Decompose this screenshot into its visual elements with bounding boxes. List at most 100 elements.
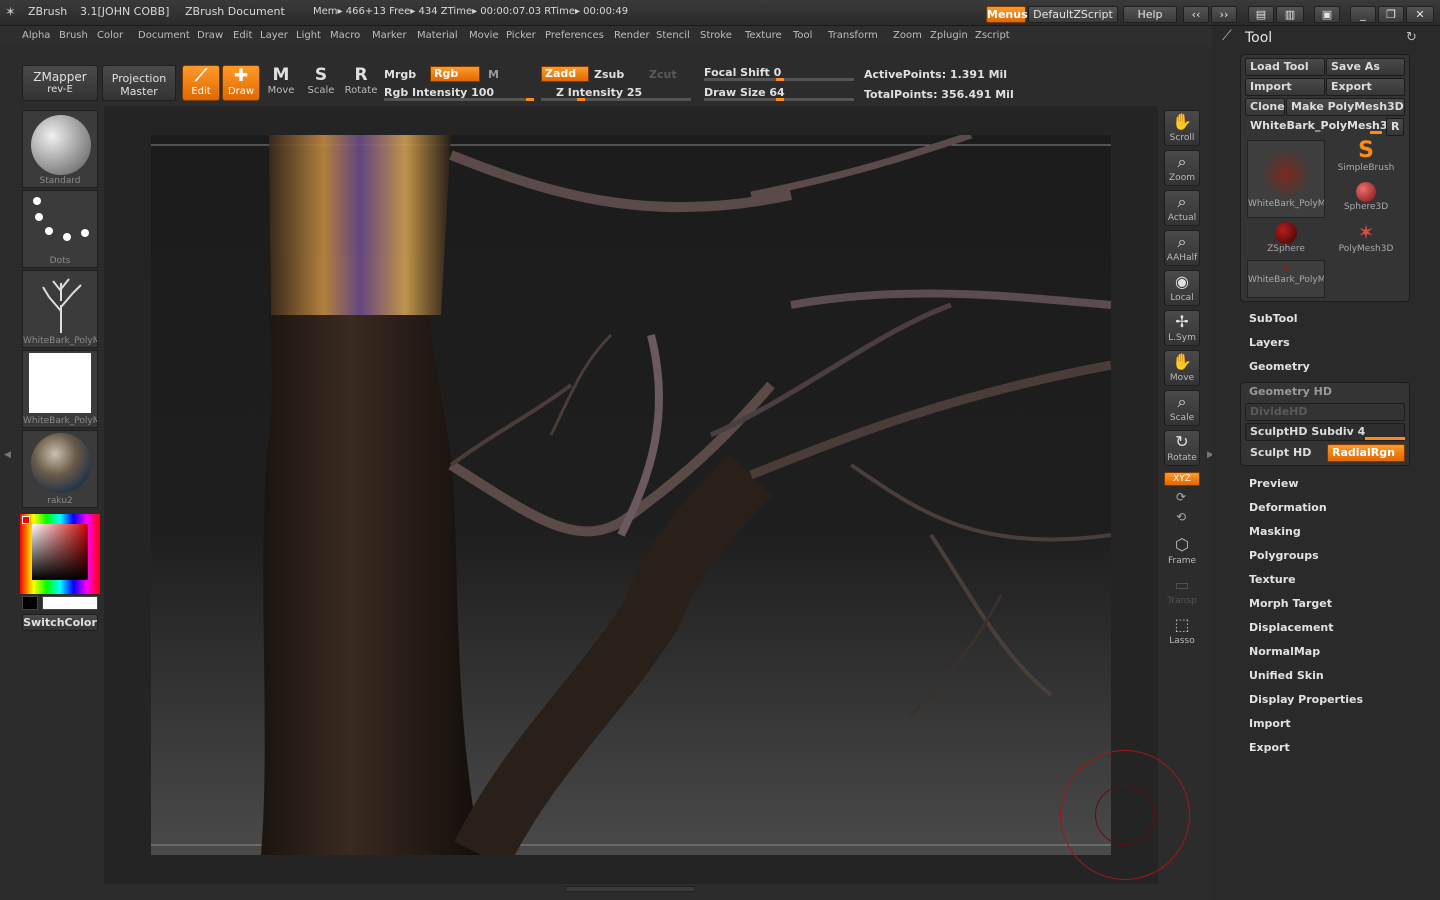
unified-skin-section[interactable]: Unified Skin	[1249, 669, 1324, 682]
z-intensity-slider[interactable]	[541, 98, 691, 101]
geometry-section[interactable]: Geometry	[1249, 360, 1310, 373]
tool-tile-whitebark-1[interactable]: WhiteBark_PolyM	[1247, 140, 1325, 218]
transp-button[interactable]: ▭ Transp	[1164, 574, 1200, 610]
r-button[interactable]: R	[1386, 118, 1404, 136]
geometry-hd-title[interactable]: Geometry HD	[1249, 385, 1332, 398]
primary-color-swatch[interactable]	[42, 596, 98, 610]
mrgb-button[interactable]: Mrgb	[384, 68, 416, 81]
move-button[interactable]: M Move	[262, 65, 300, 101]
rotate-z-icon[interactable]: ⟲	[1176, 510, 1186, 524]
import-tool-button[interactable]: Import	[1245, 78, 1325, 96]
actual-button[interactable]: ⌕ Actual	[1164, 190, 1200, 226]
color-picker[interactable]	[20, 514, 100, 594]
menu-light[interactable]: Light	[296, 30, 321, 41]
layout-a-icon[interactable]: ▤	[1248, 6, 1274, 23]
scroll-button[interactable]: ✋ Scroll	[1164, 110, 1200, 146]
draw-button[interactable]: ✚ Draw	[222, 65, 260, 101]
tool-tile-polymesh3d[interactable]: ✶ PolyMesh3D	[1327, 220, 1405, 298]
aahalf-button[interactable]: ⌕ AAHalf	[1164, 230, 1200, 266]
menu-texture[interactable]: Texture	[745, 30, 782, 41]
menu-draw[interactable]: Draw	[197, 30, 223, 41]
zoom-button[interactable]: ⌕ Zoom	[1164, 150, 1200, 186]
rgb-button[interactable]: Rgb	[430, 66, 480, 82]
lsym-button[interactable]: ✢ L.Sym	[1164, 310, 1200, 346]
menu-stroke[interactable]: Stroke	[700, 30, 732, 41]
menu-preferences[interactable]: Preferences	[545, 30, 604, 41]
restore-icon[interactable]: ❐	[1378, 6, 1404, 23]
menu-zscript[interactable]: Zscript	[975, 30, 1010, 41]
alpha-selector[interactable]: WhiteBark_PolyM	[22, 270, 98, 348]
menu-zoom[interactable]: Zoom	[893, 30, 922, 41]
edit-button[interactable]: ⟋ Edit	[182, 65, 220, 101]
left-tray-toggle-icon[interactable]: ◀	[4, 450, 11, 460]
subtool-section[interactable]: SubTool	[1249, 312, 1298, 325]
export-tool-button[interactable]: Export	[1326, 78, 1405, 96]
texture-section[interactable]: Texture	[1249, 573, 1296, 586]
menu-color[interactable]: Color	[97, 30, 123, 41]
menu-brush[interactable]: Brush	[59, 30, 88, 41]
menu-transform[interactable]: Transform	[828, 30, 878, 41]
displacement-section[interactable]: Displacement	[1249, 621, 1334, 634]
help-button[interactable]: Help	[1123, 6, 1177, 23]
zcut-button[interactable]: Zcut	[649, 68, 677, 81]
lasso-button[interactable]: ⬚ Lasso	[1164, 614, 1200, 650]
export-section[interactable]: Export	[1249, 741, 1290, 754]
brush-selector[interactable]: Standard	[22, 110, 98, 188]
menu-edit[interactable]: Edit	[233, 30, 252, 41]
shrink-ui-icon[interactable]: ‹‹	[1183, 6, 1209, 23]
menu-tool[interactable]: Tool	[793, 30, 812, 41]
xyz-button[interactable]: XYZ	[1164, 472, 1200, 486]
menu-stencil[interactable]: Stencil	[656, 30, 690, 41]
save-as-button[interactable]: Save As	[1326, 58, 1405, 76]
menu-document[interactable]: Document	[138, 30, 190, 41]
menus-button[interactable]: Menus	[986, 6, 1028, 23]
dividehd-button[interactable]: DivideHD	[1245, 403, 1405, 421]
polygroups-section[interactable]: Polygroups	[1249, 549, 1319, 562]
zsub-button[interactable]: Zsub	[594, 68, 624, 81]
radialrgn-button[interactable]: RadialRgn	[1327, 444, 1405, 462]
zmapper-button[interactable]: ZMapper rev-E	[22, 65, 98, 101]
stroke-selector[interactable]: Dots	[22, 190, 98, 268]
rotate-y-icon[interactable]: ⟳	[1176, 490, 1186, 504]
menu-macro[interactable]: Macro	[330, 30, 360, 41]
canvas-scroll-handle[interactable]	[565, 886, 695, 892]
rotate-button[interactable]: ↻ Rotate	[1164, 430, 1200, 466]
draw-size-slider[interactable]	[704, 98, 854, 101]
clone-button[interactable]: Clone	[1245, 98, 1285, 116]
sculpt-hd-label[interactable]: Sculpt HD	[1250, 446, 1311, 459]
menu-zplugin[interactable]: Zplugin	[930, 30, 968, 41]
tool-tile-whitebark-2[interactable]: ✶ WhiteBark_PolyM	[1247, 260, 1325, 298]
secondary-color-swatch[interactable]	[22, 596, 38, 610]
lock-icon[interactable]: ▣	[1314, 6, 1340, 23]
move-button[interactable]: ✋ Move	[1164, 350, 1200, 386]
layout-b-icon[interactable]: ▥	[1276, 6, 1304, 23]
menu-picker[interactable]: Picker	[506, 30, 536, 41]
color-saturation-square[interactable]	[32, 524, 88, 580]
minimize-icon[interactable]: _	[1350, 6, 1376, 23]
display-properties-section[interactable]: Display Properties	[1249, 693, 1363, 706]
preview-section[interactable]: Preview	[1249, 477, 1299, 490]
make-polymesh-button[interactable]: Make PolyMesh3D	[1286, 98, 1405, 116]
menu-alpha[interactable]: Alpha	[22, 30, 50, 41]
scale-button[interactable]: ⌕ Scale	[1164, 390, 1200, 426]
local-button[interactable]: ◉ Local	[1164, 270, 1200, 306]
material-selector[interactable]: raku2	[22, 430, 98, 508]
normalmap-section[interactable]: NormalMap	[1249, 645, 1320, 658]
expand-ui-icon[interactable]: ››	[1211, 6, 1237, 23]
canvas[interactable]	[151, 135, 1111, 855]
menu-material[interactable]: Material	[417, 30, 458, 41]
menu-layer[interactable]: Layer	[260, 30, 288, 41]
morph-target-section[interactable]: Morph Target	[1249, 597, 1332, 610]
rotate-button[interactable]: R Rotate	[342, 65, 380, 101]
m-button[interactable]: M	[488, 68, 499, 81]
import-section[interactable]: Import	[1249, 717, 1291, 730]
layers-section[interactable]: Layers	[1249, 336, 1290, 349]
focal-shift-slider[interactable]	[704, 78, 854, 81]
scale-button[interactable]: S Scale	[302, 65, 340, 101]
refresh-icon[interactable]: ↻	[1406, 30, 1417, 45]
close-icon[interactable]: ✕	[1406, 6, 1434, 23]
menu-marker[interactable]: Marker	[372, 30, 407, 41]
menu-render[interactable]: Render	[614, 30, 650, 41]
rgb-intensity-slider[interactable]	[384, 98, 534, 101]
frame-button[interactable]: ⬡ Frame	[1164, 534, 1200, 570]
